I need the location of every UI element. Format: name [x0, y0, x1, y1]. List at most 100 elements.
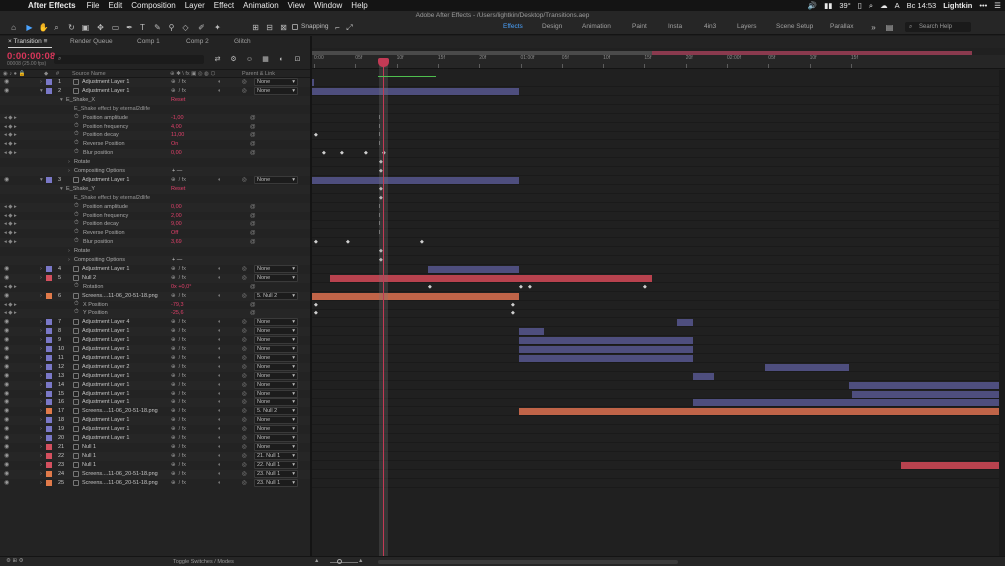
layer-name[interactable]: Adjustment Layer 1: [82, 355, 129, 361]
visibility-eye-icon[interactable]: ◉: [4, 265, 9, 272]
render-time-icon[interactable]: ⚙ ⊞ ⚙: [6, 558, 24, 564]
layer-row[interactable]: ◉ › 1 Adjustment Layer 1 ⊕ / fx ◐ ◎ None ▾: [0, 78, 310, 87]
pick-whip-icon[interactable]: @: [250, 239, 256, 245]
layer-label-color[interactable]: [46, 354, 52, 361]
current-time-indicator[interactable]: [383, 62, 384, 556]
expand-chevron-icon[interactable]: ›: [40, 417, 42, 423]
current-time-indicator-head[interactable]: [378, 58, 389, 67]
adjustment-layer-icon[interactable]: ◐: [218, 382, 221, 388]
parent-select[interactable]: None ▾: [254, 318, 298, 327]
layer-label-color[interactable]: [46, 346, 52, 352]
layer-switches-icons[interactable]: ⊕ / fx: [171, 355, 186, 361]
layer-duration-bar[interactable]: [901, 461, 1005, 469]
parent-select[interactable]: None ▾: [254, 362, 298, 371]
keyframe-nav-icon[interactable]: ◂ ◆ ▸: [4, 239, 17, 245]
weather-temperature[interactable]: 39°: [839, 1, 850, 10]
keyframe-nav-icon[interactable]: ◂ ◆ ▸: [4, 310, 17, 316]
shy-layers-icon[interactable]: ☺: [244, 54, 255, 65]
keyframe-marker[interactable]: ◆: [314, 311, 318, 316]
layer-name[interactable]: Adjustment Layer 1: [82, 382, 129, 388]
property-value[interactable]: -1,00: [171, 115, 184, 121]
home-icon[interactable]: ⌂: [8, 22, 19, 33]
property-row[interactable]: E_Shake effect by eternal2dlife: [0, 105, 310, 114]
property-group-name[interactable]: Rotate: [74, 248, 90, 254]
zoom-out-icon[interactable]: ▲: [314, 558, 319, 564]
user-name[interactable]: Lightkin: [943, 1, 972, 10]
adjustment-layer-icon[interactable]: ◐: [218, 275, 221, 281]
keyboard-layout-icon[interactable]: A: [895, 1, 900, 10]
layer-name[interactable]: Adjustment Layer 4: [82, 319, 129, 325]
layer-label-color[interactable]: [46, 176, 52, 183]
layer-switches-icons[interactable]: ⊕ / fx: [171, 79, 186, 85]
comp-flowchart-icon[interactable]: ⇄: [212, 54, 223, 65]
stopwatch-icon[interactable]: ⏱: [74, 212, 79, 219]
menu-extra-icon[interactable]: ▮▮: [824, 1, 832, 10]
visibility-eye-icon[interactable]: ◉: [4, 363, 9, 370]
layer-switches-icons[interactable]: ⊕ / fx: [171, 471, 186, 477]
volume-icon[interactable]: 🔊: [808, 1, 817, 10]
property-value[interactable]: 3,69: [171, 239, 182, 245]
expand-chevron-icon[interactable]: ›: [40, 373, 42, 379]
keyframe-nav-icon[interactable]: ◂ ◆ ▸: [4, 150, 17, 156]
parent-select[interactable]: None ▾: [254, 434, 298, 442]
layer-duration-bar[interactable]: [519, 354, 693, 362]
menu-effect[interactable]: Effect: [214, 1, 234, 10]
visibility-eye-icon[interactable]: ◉: [4, 425, 9, 432]
rectangle-tool-icon[interactable]: ▭: [110, 22, 121, 33]
pick-whip-icon[interactable]: @: [250, 310, 256, 316]
pick-whip-icon[interactable]: ◎: [242, 480, 247, 486]
layer-label-color[interactable]: [46, 479, 52, 486]
property-value[interactable]: 4,00: [171, 124, 182, 130]
visibility-eye-icon[interactable]: ◉: [4, 292, 9, 299]
draft-3d-icon[interactable]: ⚙: [228, 54, 239, 65]
layer-name[interactable]: Null 1: [82, 444, 96, 450]
layer-switches-icons[interactable]: ⊕ / fx: [171, 417, 186, 423]
layer-switches-icons[interactable]: ⊕ / fx: [171, 426, 186, 432]
layer-label-color[interactable]: [46, 328, 52, 335]
expand-chevron-icon[interactable]: ›: [40, 453, 42, 459]
property-row[interactable]: ◂ ◆ ▸ ⏱ Position decay 11,00 @: [0, 131, 310, 141]
stopwatch-icon[interactable]: ⏱: [74, 238, 79, 245]
keyframe-marker[interactable]: ◆: [511, 302, 515, 308]
property-row[interactable]: ◂ ◆ ▸ ⏱ Rotation 0x +0,0° @: [0, 283, 310, 292]
visibility-eye-icon[interactable]: ◉: [4, 274, 9, 281]
pick-whip-icon[interactable]: ◎: [242, 408, 247, 414]
expand-chevron-icon[interactable]: ›: [40, 275, 42, 281]
toggle-switches-modes[interactable]: Toggle Switches / Modes: [173, 559, 234, 565]
keyframe-nav-icon[interactable]: ◂ ◆ ▸: [4, 221, 17, 227]
tab-render-queue[interactable]: Render Queue: [70, 38, 113, 45]
expand-chevron-icon[interactable]: ›: [40, 319, 42, 325]
layer-switches-icons[interactable]: ⊕ / fx: [171, 444, 186, 450]
pick-whip-icon[interactable]: ◎: [242, 275, 247, 281]
expand-chevron-icon[interactable]: ›: [40, 444, 42, 450]
layer-switches-icons[interactable]: ⊕ / fx: [171, 346, 186, 352]
expand-chevron-icon[interactable]: ›: [40, 364, 42, 370]
pick-whip-icon[interactable]: ◎: [242, 373, 247, 379]
parent-select[interactable]: None ▾: [254, 380, 298, 389]
layer-duration-bar[interactable]: [519, 328, 544, 336]
adjustment-layer-icon[interactable]: ◐: [218, 293, 221, 299]
rotate-tool-icon[interactable]: ↻: [66, 22, 77, 33]
stopwatch-icon[interactable]: ⏱: [74, 283, 79, 290]
parent-select[interactable]: 23. Null 1 ▾: [254, 478, 298, 487]
parent-select[interactable]: None ▾: [254, 371, 298, 380]
stopwatch-icon[interactable]: ⏱: [74, 203, 79, 210]
layer-duration-bar[interactable]: [312, 292, 519, 300]
property-row[interactable]: ◂ ◆ ▸ ⏱ Position frequency 4,00 @: [0, 123, 310, 132]
layer-name[interactable]: Adjustment Layer 1: [82, 88, 129, 94]
layer-duration-bar[interactable]: [852, 390, 1005, 398]
layer-label-color[interactable]: [46, 87, 52, 94]
label-header-icon[interactable]: ◆: [44, 71, 48, 77]
layer-switches-icons[interactable]: ⊕ / fx: [171, 435, 186, 441]
adjustment-layer-icon[interactable]: ◐: [218, 364, 221, 370]
adjustment-layer-icon[interactable]: ◐: [218, 435, 221, 441]
parent-select[interactable]: 21. Null 1 ▾: [254, 451, 298, 460]
snapping-checkbox[interactable]: [292, 24, 298, 30]
visibility-eye-icon[interactable]: ◉: [4, 407, 9, 414]
effect-name[interactable]: E_Shake_Y: [66, 186, 95, 192]
layer-switches-icons[interactable]: ⊕ / fx: [171, 408, 186, 414]
layer-label-color[interactable]: [46, 426, 52, 433]
sync-settings-icon[interactable]: ▤: [884, 22, 895, 33]
visibility-eye-icon[interactable]: ◉: [4, 318, 9, 325]
keyframe-nav-icon[interactable]: ◂ ◆ ▸: [4, 115, 17, 121]
